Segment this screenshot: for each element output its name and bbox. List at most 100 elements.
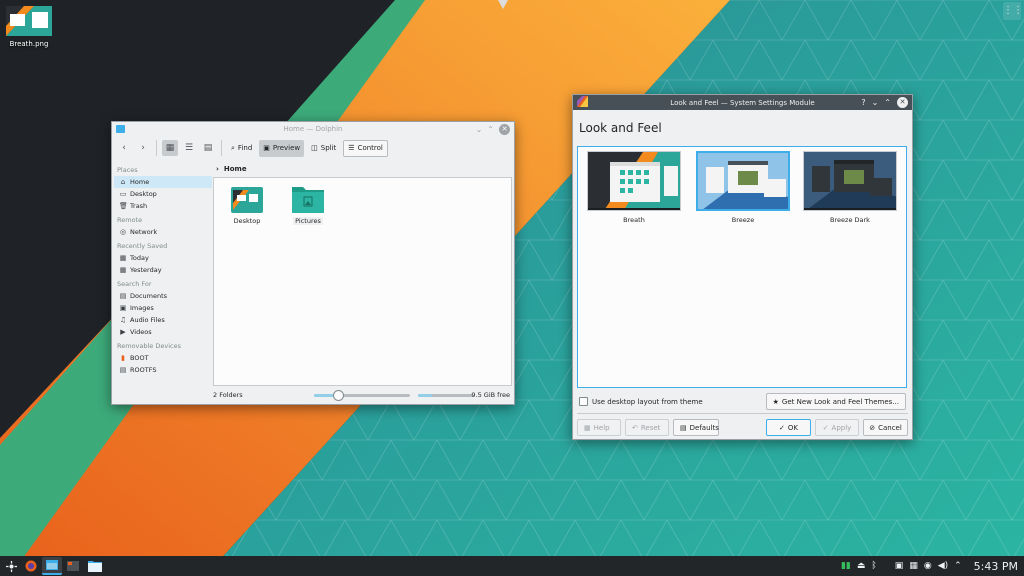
- split-icon: ◫: [311, 144, 318, 152]
- reset-label: Reset: [640, 423, 661, 432]
- breadcrumb[interactable]: › Home: [214, 162, 512, 176]
- sidebar-item-today[interactable]: ▦ Today: [114, 252, 212, 264]
- cancel-button[interactable]: ⊘ Cancel: [863, 419, 908, 436]
- ok-button[interactable]: ✓ OK: [766, 419, 811, 436]
- sidebar-item-boot[interactable]: ▮ BOOT: [114, 352, 212, 364]
- system-tray: ▮▮ ⏏ ᛒ ▣ ▦ ◉ ◀) ⌃ 5:43 PM: [841, 556, 1024, 576]
- checkbox-box[interactable]: [579, 397, 588, 406]
- use-desktop-layout-checkbox[interactable]: Use desktop layout from theme: [579, 397, 703, 406]
- manjaro-icon[interactable]: ▮▮: [841, 561, 851, 571]
- sidebar-item-yesterday[interactable]: ▦ Yesterday: [114, 264, 212, 276]
- search-header: Search For: [117, 280, 152, 288]
- details-view-icon[interactable]: ▤: [200, 140, 216, 156]
- calendar-icon: ▦: [119, 266, 127, 274]
- get-new-themes-label: Get New Look and Feel Themes...: [781, 397, 899, 406]
- get-new-themes-button[interactable]: ★ Get New Look and Feel Themes...: [765, 393, 906, 410]
- task-file-manager[interactable]: [42, 557, 62, 575]
- sidebar-item-label: Images: [130, 304, 154, 312]
- ok-label: OK: [787, 423, 798, 432]
- file-view[interactable]: Desktop Pictures: [213, 177, 512, 386]
- sidebar-item-desktop[interactable]: ▭ Desktop: [114, 188, 212, 200]
- desktop-file-breath[interactable]: Breath.png: [6, 6, 52, 48]
- firefox-icon[interactable]: [21, 557, 41, 575]
- drive-icon: ▤: [119, 366, 127, 374]
- notifications-icon[interactable]: ▣: [895, 561, 904, 571]
- dolphin-toolbar: ‹ › ▦ ☰ ▤ ⌕ Find ▣ Preview ◫ Split ☰ Control: [112, 136, 514, 160]
- usb-device-icon[interactable]: ⏏: [857, 561, 866, 571]
- reset-button[interactable]: ↶ Reset: [625, 419, 669, 436]
- zoom-slider-handle[interactable]: [333, 390, 344, 401]
- network-icon[interactable]: ◉: [924, 561, 932, 571]
- sidebar-item-home[interactable]: ⌂ Home: [114, 176, 212, 188]
- sidebar-item-audio[interactable]: ♫ Audio Files: [114, 314, 212, 326]
- star-icon: ★: [772, 397, 779, 406]
- bluetooth-icon[interactable]: ᛒ: [871, 561, 876, 571]
- sidebar-item-label: Audio Files: [130, 316, 165, 324]
- find-button[interactable]: ⌕ Find: [227, 140, 256, 157]
- desktop-folder-icon: [231, 185, 263, 213]
- zoom-slider[interactable]: [314, 390, 410, 401]
- help-button[interactable]: ▦ Help: [577, 419, 621, 436]
- split-button[interactable]: ◫ Split: [307, 140, 340, 157]
- theme-label: Breeze: [731, 216, 755, 224]
- task-system-settings[interactable]: [63, 557, 83, 575]
- theme-preview-breeze: [696, 151, 790, 211]
- chevron-right-icon: ›: [216, 165, 219, 173]
- clipboard-icon[interactable]: ▦: [909, 561, 918, 571]
- separator: [156, 140, 157, 156]
- find-label: Find: [237, 144, 253, 152]
- defaults-button[interactable]: ▤ Defaults: [673, 419, 719, 436]
- sidebar-item-label: BOOT: [130, 354, 149, 362]
- document-icon: ▤: [119, 292, 127, 300]
- sidebar-item-label: Documents: [130, 292, 168, 300]
- dialog-button-row: ▦ Help ↶ Reset ▤ Defaults ✓ OK ✓ Apply ⊘ Cance…: [577, 419, 908, 436]
- theme-breeze-dark[interactable]: Breeze Dark: [802, 151, 898, 224]
- dolphin-launcher-icon[interactable]: [84, 557, 106, 575]
- apply-button[interactable]: ✓ Apply: [815, 419, 859, 436]
- icons-view-icon[interactable]: ▦: [162, 140, 178, 156]
- free-space-text: 9.5 GiB free: [471, 391, 510, 399]
- image-icon: ▣: [119, 304, 127, 312]
- theme-breeze[interactable]: Breeze: [695, 151, 791, 224]
- folder-item-pictures[interactable]: Pictures: [283, 185, 333, 225]
- expand-tray-icon[interactable]: ⌃: [954, 561, 962, 571]
- theme-grid[interactable]: Breath Breeze Breeze Dark: [577, 146, 907, 388]
- menu-icon: ☰: [348, 144, 355, 152]
- clock[interactable]: 5:43 PM: [974, 560, 1018, 573]
- sidebar-item-network[interactable]: ◎ Network: [114, 226, 212, 238]
- page-title: Look and Feel: [579, 121, 662, 135]
- application-launcher-icon[interactable]: [2, 557, 20, 575]
- image-icon: ▣: [263, 144, 270, 152]
- preview-button[interactable]: ▣ Preview: [259, 139, 305, 157]
- control-button[interactable]: ☰ Control: [343, 139, 388, 157]
- split-label: Split: [320, 144, 337, 152]
- cancel-icon: ⊘: [869, 423, 876, 432]
- sidebar-item-rootfs[interactable]: ▤ ROOTFS: [114, 364, 212, 376]
- volume-icon[interactable]: ◀): [938, 561, 948, 571]
- desktop-toolbox-icon[interactable]: ⋮⋮: [1003, 2, 1023, 20]
- home-icon: ⌂: [120, 178, 126, 186]
- undo-icon: ↶: [632, 423, 638, 432]
- sidebar-item-label: ROOTFS: [130, 366, 157, 374]
- remote-header: Remote: [117, 216, 143, 224]
- dolphin-titlebar[interactable]: Home — Dolphin ⌄ ⌃ ✕: [112, 122, 514, 136]
- recent-header: Recently Saved: [117, 242, 168, 250]
- sidebar-item-trash[interactable]: 🗑 Trash: [114, 200, 212, 212]
- network-icon: ◎: [119, 228, 127, 236]
- breadcrumb-home[interactable]: Home: [224, 165, 247, 173]
- dolphin-window: Home — Dolphin ⌄ ⌃ ✕ ‹ › ▦ ☰ ▤ ⌕ Find ▣ Pr…: [111, 121, 515, 405]
- help-label: Help: [593, 423, 610, 432]
- sidebar-item-label: Desktop: [130, 190, 157, 198]
- back-arrow-icon[interactable]: ‹: [116, 140, 132, 156]
- sidebar-item-images[interactable]: ▣ Images: [114, 302, 212, 314]
- sidebar-item-videos[interactable]: ▶ Videos: [114, 326, 212, 338]
- folder-item-desktop[interactable]: Desktop: [222, 185, 272, 225]
- theme-breath[interactable]: Breath: [586, 151, 682, 224]
- trash-icon: 🗑: [119, 202, 128, 210]
- settings-titlebar[interactable]: Look and Feel — System Settings Module ?…: [573, 95, 912, 110]
- usb-drive-icon: ▮: [121, 354, 125, 362]
- sidebar-item-documents[interactable]: ▤ Documents: [114, 290, 212, 302]
- compact-view-icon[interactable]: ☰: [181, 140, 197, 156]
- forward-arrow-icon[interactable]: ›: [135, 140, 151, 156]
- preview-label: Preview: [272, 144, 301, 152]
